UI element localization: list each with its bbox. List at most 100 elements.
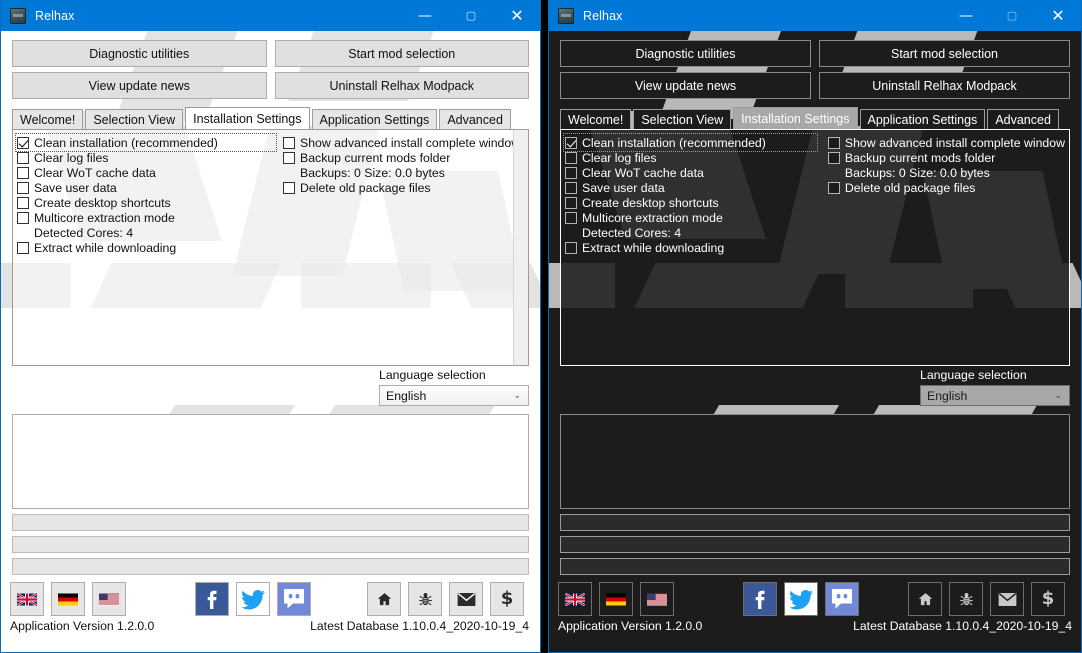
tab-application-settings[interactable]: Application Settings — [859, 109, 986, 129]
discord-button[interactable] — [825, 582, 859, 616]
maximize-button[interactable]: ▢ — [448, 0, 494, 31]
checkbox-multicore-extraction-mode[interactable]: Multicore extraction mode — [17, 210, 275, 225]
checkbox-multicore-extraction-mode[interactable]: Multicore extraction mode — [565, 210, 816, 225]
title-bar-light[interactable]: Relhax — ▢ ✕ — [1, 0, 540, 31]
facebook-button[interactable] — [195, 582, 229, 616]
close-button[interactable]: ✕ — [1035, 0, 1081, 31]
progress-bar-child — [560, 514, 1070, 531]
flag-uk-icon — [17, 592, 37, 606]
checkbox-save-user-data[interactable]: Save user data — [565, 180, 816, 195]
checkbox-box — [17, 166, 29, 179]
start-mod-selection-button[interactable]: Start mod selection — [819, 40, 1070, 67]
checkbox-box — [565, 241, 577, 254]
window-controls: — ▢ ✕ — [943, 0, 1081, 31]
facebook-icon — [196, 583, 228, 615]
checkbox-clean-installation[interactable]: Clean installation (recommended) — [15, 133, 277, 152]
checkbox-clear-wot-cache-data[interactable]: Clear WoT cache data — [565, 165, 816, 180]
panel-scrollbar[interactable] — [513, 130, 528, 365]
detected-cores-text: Detected Cores: 4 — [34, 225, 134, 240]
checkbox-box — [827, 136, 840, 149]
maximize-button[interactable]: ▢ — [989, 0, 1035, 31]
flag-usa-button[interactable] — [92, 582, 126, 616]
view-update-news-button[interactable]: View update news — [560, 72, 811, 99]
title-bar-dark[interactable]: Relhax — ▢ ✕ — [549, 0, 1081, 31]
checkbox-backup-current-mods-folder[interactable]: Backup current mods folder — [283, 150, 524, 165]
progress-bar-total — [560, 558, 1070, 575]
minimize-button[interactable]: — — [402, 0, 448, 31]
checkbox-clear-log-files[interactable]: Clear log files — [17, 150, 275, 165]
app-icon — [10, 7, 26, 24]
checkbox-box — [17, 136, 29, 149]
content-area — [12, 414, 529, 509]
checkbox-delete-old-package-files[interactable]: Delete old package files — [827, 180, 1065, 195]
checkbox-box — [17, 151, 29, 164]
top-button-grid: Diagnostic utilities Start mod selection… — [1, 31, 540, 99]
tab-selection-view[interactable]: Selection View — [85, 109, 184, 129]
tab-advanced[interactable]: Advanced — [439, 109, 511, 129]
uninstall-relhax-modpack-button[interactable]: Uninstall Relhax Modpack — [274, 72, 529, 99]
language-select[interactable]: English ⌄ — [920, 385, 1070, 406]
checkbox-save-user-data[interactable]: Save user data — [17, 180, 275, 195]
email-button[interactable] — [990, 582, 1024, 616]
checkbox-show-advanced-install-complete-window[interactable]: Show advanced install complete window — [827, 135, 1065, 150]
checkbox-box — [17, 241, 29, 254]
checkbox-create-desktop-shortcuts[interactable]: Create desktop shortcuts — [565, 195, 816, 210]
donate-button[interactable]: $ — [490, 582, 524, 616]
bug-icon — [959, 592, 973, 605]
home-button[interactable] — [367, 582, 401, 616]
tab-selection-view[interactable]: Selection View — [633, 109, 732, 129]
checkbox-box — [565, 211, 577, 224]
tab-advanced[interactable]: Advanced — [987, 109, 1059, 129]
checkbox-clean-installation[interactable]: Clean installation (recommended) — [563, 133, 818, 152]
checkbox-extract-while-downloading[interactable]: Extract while downloading — [17, 240, 275, 255]
discord-button[interactable] — [277, 582, 311, 616]
tab-bar: Welcome! Selection View Installation Set… — [12, 107, 540, 129]
checkbox-extract-while-downloading[interactable]: Extract while downloading — [565, 240, 816, 255]
application-version-text: Application Version 1.2.0.0 — [10, 619, 155, 633]
flag-usa-icon — [647, 593, 667, 605]
facebook-button[interactable] — [743, 582, 777, 616]
checkbox-clear-wot-cache-data[interactable]: Clear WoT cache data — [17, 165, 275, 180]
diagnostic-utilities-button[interactable]: Diagnostic utilities — [12, 40, 267, 67]
flag-germany-button[interactable] — [599, 582, 633, 616]
tab-application-settings[interactable]: Application Settings — [311, 109, 438, 129]
checkbox-clear-log-files[interactable]: Clear log files — [565, 150, 816, 165]
language-select[interactable]: English ⌄ — [379, 385, 529, 406]
language-band: Language selection English ⌄ — [12, 366, 529, 414]
home-button[interactable] — [908, 582, 942, 616]
tab-welcome[interactable]: Welcome! — [560, 109, 632, 129]
progress-bars — [12, 514, 529, 575]
twitter-button[interactable] — [236, 582, 270, 616]
discord-icon — [278, 583, 310, 615]
twitter-button[interactable] — [784, 582, 818, 616]
checkbox-show-advanced-install-complete-window[interactable]: Show advanced install complete window — [283, 135, 524, 150]
progress-bar-parent — [12, 536, 529, 553]
application-version-text: Application Version 1.2.0.0 — [558, 619, 703, 633]
checkbox-delete-old-package-files[interactable]: Delete old package files — [283, 180, 524, 195]
email-button[interactable] — [449, 582, 483, 616]
bug-report-button[interactable] — [949, 582, 983, 616]
start-mod-selection-button[interactable]: Start mod selection — [274, 40, 529, 67]
language-selection-group: Language selection English ⌄ — [379, 368, 529, 406]
tab-installation-settings[interactable]: Installation Settings — [733, 107, 858, 129]
diagnostic-utilities-button[interactable]: Diagnostic utilities — [560, 40, 811, 67]
bug-report-button[interactable] — [408, 582, 442, 616]
twitter-icon — [785, 583, 817, 615]
close-button[interactable]: ✕ — [494, 0, 540, 31]
flag-usa-button[interactable] — [640, 582, 674, 616]
app-icon — [558, 7, 574, 24]
donate-button[interactable]: $ — [1031, 582, 1065, 616]
flag-germany-button[interactable] — [51, 582, 85, 616]
checkbox-backup-current-mods-folder[interactable]: Backup current mods folder — [827, 150, 1065, 165]
view-update-news-button[interactable]: View update news — [12, 72, 267, 99]
window-body-dark: Diagnostic utilities Start mod selection… — [549, 31, 1081, 652]
tab-installation-settings[interactable]: Installation Settings — [185, 107, 310, 129]
tab-welcome[interactable]: Welcome! — [12, 109, 84, 129]
checkbox-box — [283, 136, 295, 149]
flag-uk-button[interactable] — [558, 582, 592, 616]
footer-light: $ Application Version 1.2.0.0 Latest Dat… — [10, 580, 531, 633]
minimize-button[interactable]: — — [943, 0, 989, 31]
checkbox-create-desktop-shortcuts[interactable]: Create desktop shortcuts — [17, 195, 275, 210]
flag-uk-button[interactable] — [10, 582, 44, 616]
uninstall-relhax-modpack-button[interactable]: Uninstall Relhax Modpack — [819, 72, 1070, 99]
